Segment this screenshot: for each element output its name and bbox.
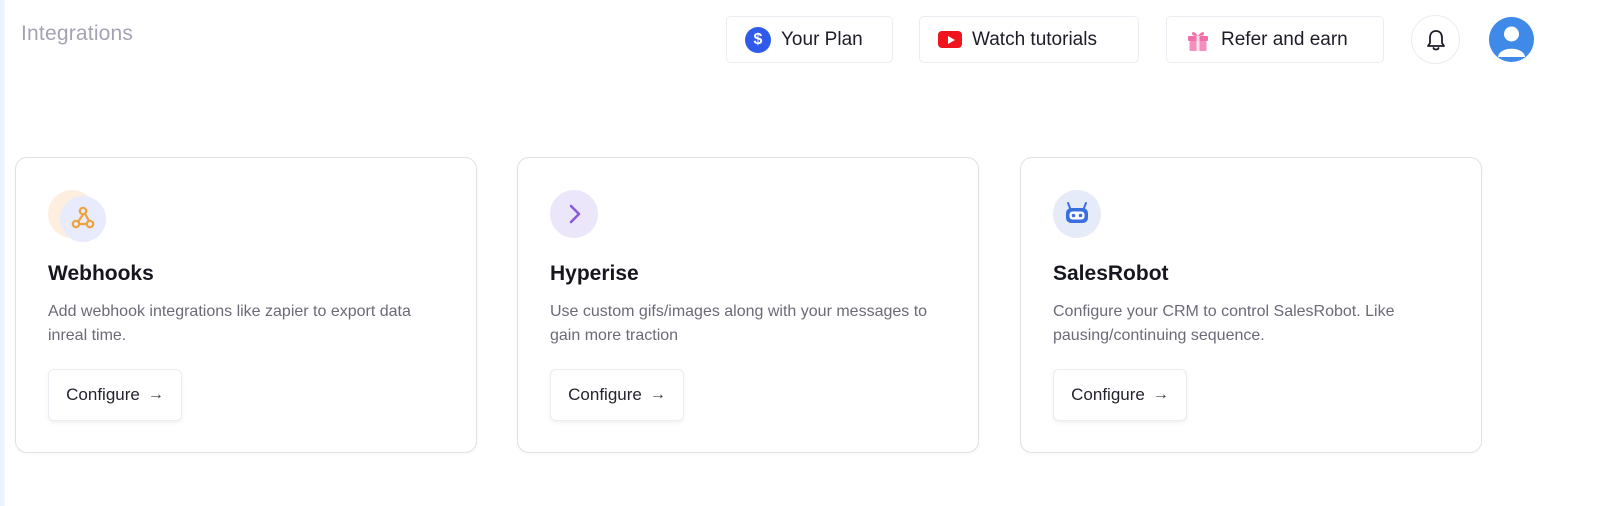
- integration-description: Add webhook integrations like zapier to …: [48, 303, 411, 344]
- chevron-right-icon: [550, 190, 598, 238]
- page-title: Integrations: [21, 22, 134, 45]
- user-avatar[interactable]: [1489, 17, 1534, 62]
- integration-card-webhooks: Webhooks Add webhook integrations like z…: [15, 157, 477, 453]
- configure-hyperise-button[interactable]: Configure →: [550, 369, 684, 421]
- configure-label: Configure: [1071, 385, 1145, 404]
- configure-webhooks-button[interactable]: Configure →: [48, 369, 182, 421]
- refer-and-earn-button[interactable]: Refer and earn: [1166, 16, 1384, 63]
- arrow-right-icon: →: [147, 386, 164, 403]
- integration-description: Use custom gifs/images along with your m…: [550, 303, 928, 344]
- refer-and-earn-label: Refer and earn: [1221, 28, 1348, 50]
- arrow-right-icon: →: [1152, 386, 1169, 403]
- configure-label: Configure: [66, 385, 140, 404]
- webhook-icon: [48, 190, 106, 242]
- integration-title: SalesRobot: [1053, 262, 1169, 285]
- integration-description: Configure your CRM to control SalesRobot…: [1053, 303, 1395, 344]
- configure-salesrobot-button[interactable]: Configure →: [1053, 369, 1187, 421]
- arrow-right-icon: →: [649, 386, 666, 403]
- integration-card-hyperise: Hyperise Use custom gifs/images along wi…: [517, 157, 979, 453]
- left-sidebar-edge: [0, 0, 5, 506]
- integration-title: Webhooks: [48, 262, 154, 285]
- notifications-button[interactable]: [1411, 15, 1460, 64]
- gift-icon: [1188, 31, 1208, 51]
- robot-icon: [1053, 190, 1101, 238]
- youtube-icon: [938, 31, 962, 48]
- bell-icon: [1426, 29, 1445, 50]
- your-plan-button[interactable]: $ Your Plan: [726, 16, 893, 63]
- integration-card-salesrobot: SalesRobot Configure your CRM to control…: [1020, 157, 1482, 453]
- user-avatar-icon: [1498, 26, 1525, 57]
- configure-label: Configure: [568, 385, 642, 404]
- dollar-icon: $: [745, 26, 771, 53]
- watch-tutorials-label: Watch tutorials: [972, 28, 1097, 50]
- your-plan-label: Your Plan: [781, 28, 863, 50]
- watch-tutorials-button[interactable]: Watch tutorials: [919, 16, 1139, 63]
- integration-title: Hyperise: [550, 262, 639, 285]
